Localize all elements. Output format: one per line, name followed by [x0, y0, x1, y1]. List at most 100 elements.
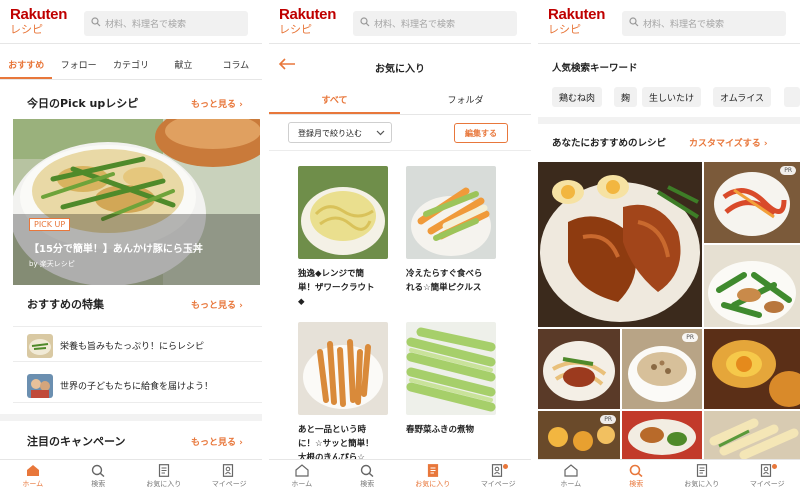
search-icon	[91, 17, 101, 27]
keyword-chip[interactable]: 麹	[614, 87, 638, 107]
nav-home[interactable]: ホーム	[269, 460, 335, 493]
tab-all[interactable]: すべて	[269, 85, 400, 114]
rakuten-recipe-logo[interactable]: Rakuten レシピ	[10, 7, 70, 35]
recipe-tile[interactable]	[704, 411, 800, 459]
home-icon	[295, 464, 309, 477]
feature-item[interactable]: 世界の子どもたちに給食を届けよう！	[13, 367, 262, 403]
bottom-nav: ホーム 検索 お気に入り マイページ	[538, 459, 800, 493]
bottom-nav: ホーム 検索 お気に入り マイページ	[0, 459, 262, 493]
recipe-tile[interactable]	[538, 329, 620, 409]
pickup-recipe-card[interactable]: PICK UP 【15分で簡単！】あんかけ豚にら玉丼 by 楽天レシピ	[13, 119, 260, 285]
notification-dot	[502, 464, 508, 469]
keyword-chip[interactable]: 生しいたけ	[642, 87, 702, 107]
rakuten-recipe-logo[interactable]: Rakuten レシピ	[279, 7, 339, 35]
section-divider	[538, 117, 800, 124]
pickup-more-link[interactable]: もっと見る ›	[191, 97, 243, 110]
search-icon	[629, 17, 639, 27]
favorite-recipe-card[interactable]: あと一品という時 に！☆サッと簡単！ 大根のきんぴら☆	[298, 322, 388, 465]
home-screen: Rakuten レシピ 材料、料理名で検索 おすすめ フォロー カテゴリ 献立 …	[0, 0, 262, 493]
popular-keywords-title: 人気検索キーワード	[552, 63, 638, 74]
campaign-more-link[interactable]: もっと見る ›	[191, 435, 243, 448]
feature-more-link[interactable]: もっと見る ›	[191, 298, 243, 311]
recipe-tile[interactable]	[622, 411, 702, 459]
nav-mypage[interactable]: マイページ	[197, 460, 263, 493]
nav-home[interactable]: ホーム	[0, 460, 66, 493]
bookmark-list-icon	[696, 464, 707, 477]
nav-home[interactable]: ホーム	[538, 460, 604, 493]
page-title: お気に入り	[375, 64, 425, 75]
pickup-recipe-title: 【15分で簡単！】あんかけ豚にら玉丼	[29, 244, 203, 255]
rakuten-recipe-logo[interactable]: Rakuten レシピ	[548, 7, 608, 35]
favorites-tabs: すべて フォルダ	[269, 85, 531, 115]
chevron-right-icon: ›	[239, 100, 243, 110]
chevron-down-icon	[376, 130, 385, 136]
pr-badge: PR	[600, 415, 616, 424]
pr-badge: PR	[780, 166, 796, 175]
search-input[interactable]: 材料、料理名で検索	[84, 11, 248, 36]
app-header: Rakuten レシピ 材料、料理名で検索	[538, 0, 800, 44]
tab-category[interactable]: カテゴリ	[105, 50, 157, 79]
tab-folder[interactable]: フォルダ	[400, 85, 531, 114]
recipe-photo	[298, 322, 388, 415]
keyword-chip-overflow[interactable]	[784, 87, 800, 107]
search-placeholder: 材料、料理名で検索	[643, 20, 725, 30]
search-icon	[92, 464, 105, 477]
feature-item[interactable]: 栄養も旨みもたっぷり！にらレシピ	[13, 326, 262, 362]
nav-favorites[interactable]: お気に入り	[669, 460, 735, 493]
tab-follow[interactable]: フォロー	[52, 50, 104, 79]
notification-dot	[771, 464, 777, 469]
stir-fry-photo	[704, 245, 800, 327]
nav-favorites[interactable]: お気に入り	[131, 460, 197, 493]
recipe-tile[interactable]: PR	[538, 411, 620, 459]
noodle-bowl-photo	[538, 329, 620, 409]
pickup-badge: PICK UP	[29, 218, 71, 231]
chevron-right-icon: ›	[239, 301, 243, 311]
section-divider	[0, 414, 262, 421]
spring-rolls-photo	[704, 411, 800, 459]
tab-recommended[interactable]: おすすめ	[0, 50, 53, 79]
search-icon	[360, 17, 370, 27]
favorites-screen: Rakuten レシピ 材料、料理名で検索 お気に入り すべて フォルダ 登録月…	[269, 0, 531, 493]
customize-link[interactable]: カスタマイズする ›	[689, 136, 768, 149]
soft-boiled-egg-photo	[704, 329, 800, 409]
recipe-tile[interactable]: PR	[704, 162, 800, 243]
edit-button[interactable]: 編集する	[454, 123, 508, 143]
nav-mypage[interactable]: マイページ	[466, 460, 532, 493]
mypage-icon	[223, 464, 234, 477]
nav-favorites[interactable]: お気に入り	[400, 460, 466, 493]
tab-column[interactable]: コラム	[210, 50, 262, 79]
keyword-chip[interactable]: オムライス	[713, 87, 772, 107]
mixed-dish-photo	[622, 411, 702, 459]
chevron-right-icon: ›	[763, 139, 768, 149]
search-input[interactable]: 材料、料理名で検索	[353, 11, 517, 36]
month-filter-select[interactable]: 登録月で絞り込む	[288, 122, 392, 143]
bookmark-list-icon	[158, 464, 169, 477]
recipe-tile[interactable]	[704, 329, 800, 409]
recipe-tile[interactable]: PR	[622, 329, 702, 409]
pickup-recipe-author: by 楽天レシピ	[29, 260, 75, 268]
nav-search[interactable]: 検索	[66, 460, 132, 493]
recipe-tile[interactable]	[704, 245, 800, 327]
recipe-photo	[406, 166, 496, 259]
nav-search[interactable]: 検索	[335, 460, 401, 493]
chevron-right-icon: ›	[239, 438, 243, 448]
tab-menu[interactable]: 献立	[157, 50, 209, 79]
recipe-tile[interactable]	[538, 162, 702, 327]
divider	[269, 150, 531, 151]
search-input[interactable]: 材料、料理名で検索	[622, 11, 786, 36]
feature-section-title: おすすめの特集	[27, 298, 104, 311]
home-icon	[564, 464, 578, 477]
campaign-section-title: 注目のキャンペーン	[27, 435, 126, 448]
chicken-wings-photo	[538, 162, 702, 327]
favorite-recipe-card[interactable]: 独逸◆レンジで簡 単！ザワークラウト ◆	[298, 166, 388, 309]
nav-search[interactable]: 検索	[604, 460, 670, 493]
search-placeholder: 材料、料理名で検索	[105, 20, 187, 30]
favorite-recipe-card[interactable]: 春野菜ふきの煮物	[406, 322, 496, 437]
favorite-recipe-card[interactable]: 冷えたらすぐ食べら れる☆簡単ピクルス	[406, 166, 496, 295]
nav-mypage[interactable]: マイページ	[735, 460, 800, 493]
pr-badge: PR	[682, 333, 698, 342]
bookmark-list-icon	[427, 464, 438, 477]
recipe-photo	[298, 166, 388, 259]
favorites-titlebar: お気に入り	[269, 44, 531, 85]
keyword-chip[interactable]: 鶏むね肉	[552, 87, 603, 107]
